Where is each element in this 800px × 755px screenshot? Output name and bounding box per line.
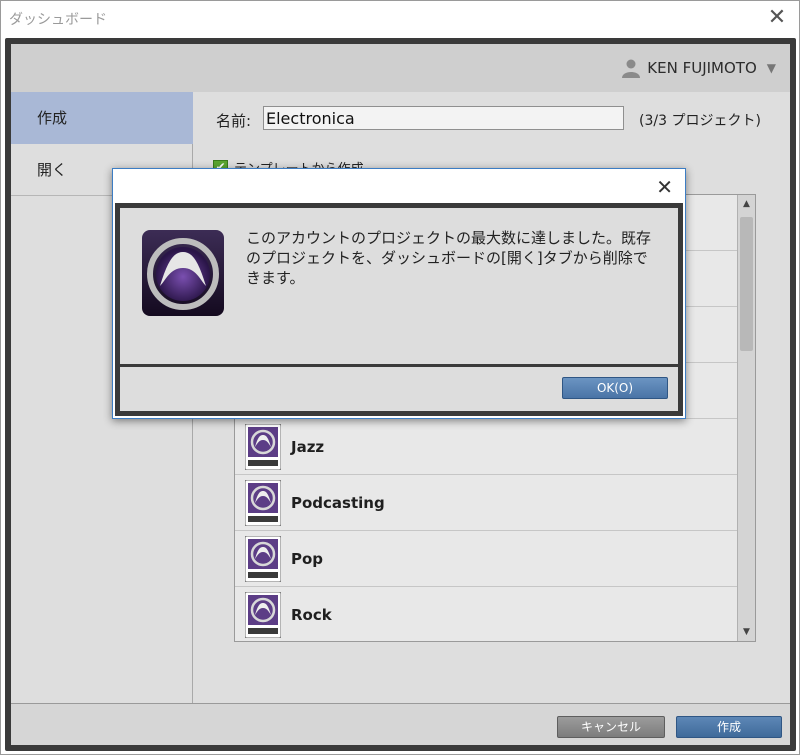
template-label: Rock (291, 605, 332, 624)
create-button[interactable]: 作成 (676, 716, 782, 738)
template-label: Jazz (291, 437, 325, 456)
window-title: ダッシュボード (9, 12, 107, 28)
cancel-button[interactable]: キャンセル (557, 716, 665, 738)
sidebar-item-label: 作成 (37, 109, 68, 127)
sidebar-item-create[interactable]: 作成 (11, 92, 193, 144)
footer-bar: キャンセル 作成 (11, 703, 790, 745)
close-icon[interactable]: ✕ (765, 7, 789, 31)
sidebar-item-label: 開く (37, 161, 68, 179)
template-list-item[interactable]: Pop (235, 531, 737, 587)
dialog-message: このアカウントのプロジェクトの最大数に達しました。既存のプロジェクトを、ダッシュ… (246, 229, 652, 287)
template-list-item[interactable]: Jazz (235, 419, 737, 475)
close-icon[interactable]: ✕ (656, 175, 673, 199)
dialog-message-panel: このアカウントのプロジェクトの最大数に達しました。既存のプロジェクトを、ダッシュ… (120, 208, 678, 364)
template-icon (245, 535, 281, 582)
template-icon (245, 423, 281, 470)
template-icon (245, 591, 281, 638)
chevron-down-icon: ▼ (766, 61, 776, 75)
scroll-up-icon[interactable]: ▲ (738, 195, 755, 213)
max-projects-dialog: ✕ このアカウントのプロジェクトの最大数に達しました。既存のプロジェクトを、ダッ… (112, 168, 686, 419)
name-label: 名前: (216, 112, 252, 130)
pro-tools-app-icon (142, 230, 224, 316)
template-icon (245, 479, 281, 526)
ok-button[interactable]: OK(O) (562, 377, 668, 399)
scroll-down-icon[interactable]: ▼ (738, 623, 755, 641)
scrollbar-thumb[interactable] (740, 217, 753, 351)
project-count: (3/3 プロジェクト) (639, 113, 761, 129)
user-icon (622, 59, 641, 78)
template-list-item[interactable]: Rock (235, 587, 737, 641)
dialog-body: このアカウントのプロジェクトの最大数に達しました。既存のプロジェクトを、ダッシュ… (115, 203, 683, 416)
template-list-item[interactable]: Podcasting (235, 475, 737, 531)
user-menu[interactable]: KEN FUJIMOTO ▼ (621, 58, 776, 78)
dialog-titlebar: ✕ (113, 169, 685, 202)
template-label: Podcasting (291, 493, 385, 512)
template-label: Pop (291, 549, 324, 568)
user-name: KEN FUJIMOTO (647, 59, 757, 77)
dialog-button-panel: OK(O) (120, 367, 678, 411)
project-name-input[interactable] (263, 106, 624, 130)
list-scrollbar[interactable]: ▲ ▼ (737, 195, 755, 641)
window-titlebar: ダッシュボード ✕ (1, 1, 799, 37)
header-bar: KEN FUJIMOTO ▼ (11, 44, 790, 92)
